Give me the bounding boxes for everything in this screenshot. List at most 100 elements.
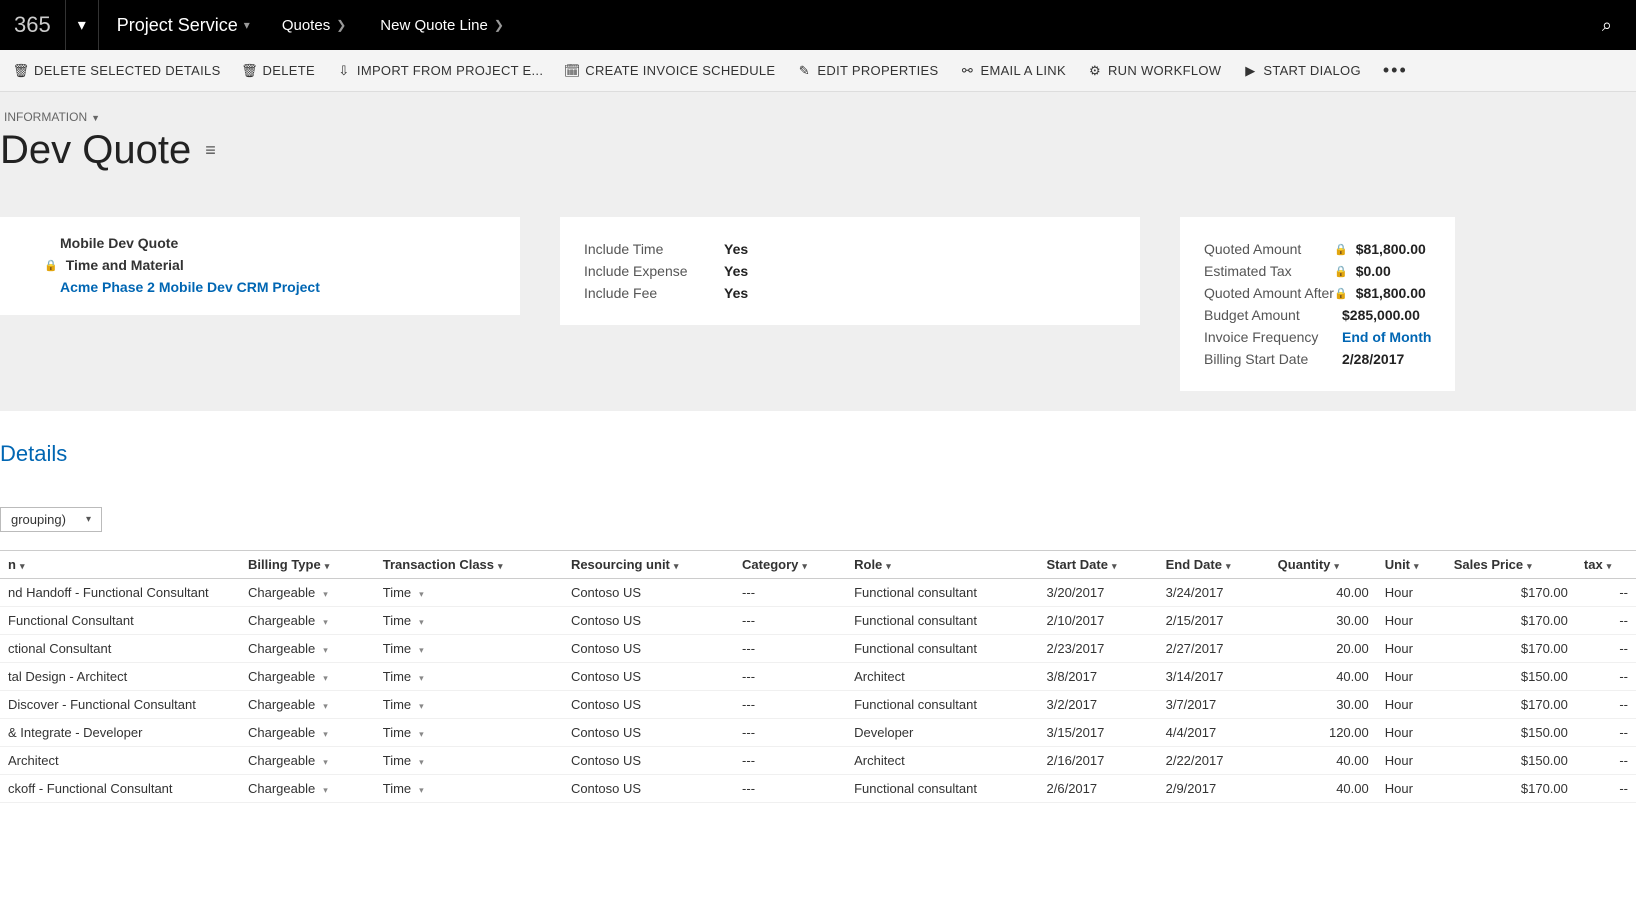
chevron-down-icon[interactable]: ▾: [498, 561, 503, 571]
col-description[interactable]: n▾: [0, 551, 240, 579]
chevron-down-icon[interactable]: ▾: [323, 617, 328, 627]
cell-end-date: 4/4/2017: [1158, 719, 1270, 747]
chevron-down-icon[interactable]: ▾: [419, 673, 424, 683]
col-tax[interactable]: tax▾: [1576, 551, 1636, 579]
chevron-down-icon[interactable]: ▾: [419, 701, 424, 711]
cell-transaction-class[interactable]: Time▾: [375, 691, 563, 719]
search-button[interactable]: ⌕: [1578, 15, 1636, 36]
chevron-down-icon[interactable]: ▾: [20, 561, 25, 571]
chevron-down-icon[interactable]: ▾: [1226, 561, 1231, 571]
cmd-delete-selected[interactable]: 🗑DELETE SELECTED DETAILS: [14, 63, 221, 78]
chevron-down-icon[interactable]: ▾: [323, 645, 328, 655]
table-row[interactable]: Functional ConsultantChargeable▾Time▾Con…: [0, 607, 1636, 635]
chevron-down-icon[interactable]: ▾: [1527, 561, 1532, 571]
chevron-down-icon[interactable]: ▾: [323, 785, 328, 795]
breadcrumb-quotes[interactable]: Quotes ❯: [268, 17, 366, 34]
cell-billing-type[interactable]: Chargeable▾: [240, 635, 375, 663]
cell-transaction-class[interactable]: Time▾: [375, 775, 563, 803]
page-title: Dev Quote ≡: [0, 128, 1636, 173]
chevron-down-icon[interactable]: ▾: [419, 589, 424, 599]
col-end-date[interactable]: End Date▾: [1158, 551, 1270, 579]
table-row[interactable]: nd Handoff - Functional ConsultantCharge…: [0, 579, 1636, 607]
grouping-dropdown[interactable]: grouping) ▾: [0, 507, 102, 532]
value-include-time: Yes: [724, 241, 748, 257]
chevron-down-icon[interactable]: ▾: [1334, 561, 1339, 571]
chevron-down-icon[interactable]: ▾: [419, 645, 424, 655]
pencil-icon: ✎: [797, 64, 811, 78]
cmd-edit-properties[interactable]: ✎EDIT PROPERTIES: [797, 63, 938, 78]
chevron-down-icon[interactable]: ▾: [323, 701, 328, 711]
cmd-start-dialog[interactable]: ▶START DIALOG: [1243, 63, 1361, 78]
cell-transaction-class[interactable]: Time▾: [375, 579, 563, 607]
cmd-email-link[interactable]: ⚯EMAIL A LINK: [960, 63, 1066, 78]
chevron-down-icon[interactable]: ▾: [886, 561, 891, 571]
equals-menu-icon[interactable]: ≡: [205, 140, 216, 161]
cell-tax: --: [1576, 607, 1636, 635]
chevron-down-icon[interactable]: ▾: [323, 589, 328, 599]
cell-transaction-class[interactable]: Time▾: [375, 635, 563, 663]
cell-billing-type[interactable]: Chargeable▾: [240, 747, 375, 775]
table-row[interactable]: ArchitectChargeable▾Time▾Contoso US---Ar…: [0, 747, 1636, 775]
chevron-down-icon[interactable]: ▾: [1414, 561, 1419, 571]
chevron-down-icon[interactable]: ▾: [323, 673, 328, 683]
cmd-create-invoice[interactable]: 🗓CREATE INVOICE SCHEDULE: [565, 63, 775, 78]
cell-transaction-class[interactable]: Time▾: [375, 719, 563, 747]
chevron-down-icon[interactable]: ▾: [419, 757, 424, 767]
col-unit[interactable]: Unit▾: [1377, 551, 1446, 579]
table-row[interactable]: ctional ConsultantChargeable▾Time▾Contos…: [0, 635, 1636, 663]
chevron-down-icon[interactable]: ▾: [323, 729, 328, 739]
cmd-delete[interactable]: 🗑DELETE: [243, 63, 315, 78]
cell-transaction-class[interactable]: Time▾: [375, 607, 563, 635]
breadcrumb-new-quote-line[interactable]: New Quote Line ❯: [366, 17, 524, 34]
project-link[interactable]: Acme Phase 2 Mobile Dev CRM Project: [60, 279, 320, 295]
cell-billing-type[interactable]: Chargeable▾: [240, 663, 375, 691]
table-row[interactable]: ckoff - Functional ConsultantChargeable▾…: [0, 775, 1636, 803]
cell-role: Developer: [846, 719, 1038, 747]
cell-unit: Hour: [1377, 635, 1446, 663]
cell-resourcing-unit: Contoso US: [563, 719, 734, 747]
chevron-down-icon[interactable]: ▾: [323, 757, 328, 767]
chevron-down-icon[interactable]: ▾: [674, 561, 679, 571]
cell-tax: --: [1576, 719, 1636, 747]
app-switcher[interactable]: ▾: [65, 0, 99, 50]
value-invoice-frequency[interactable]: End of Month: [1342, 329, 1431, 345]
cmd-more[interactable]: •••: [1383, 60, 1408, 81]
chevron-down-icon[interactable]: ▾: [802, 561, 807, 571]
lock-icon: 🔒: [1334, 243, 1348, 256]
chevron-down-icon[interactable]: ▾: [1607, 561, 1612, 571]
col-start-date[interactable]: Start Date▾: [1039, 551, 1158, 579]
cell-category: ---: [734, 691, 846, 719]
cell-start-date: 3/20/2017: [1039, 579, 1158, 607]
table-row[interactable]: & Integrate - DeveloperChargeable▾Time▾C…: [0, 719, 1636, 747]
cell-quantity: 40.00: [1270, 775, 1377, 803]
cell-billing-type[interactable]: Chargeable▾: [240, 719, 375, 747]
col-resourcing-unit[interactable]: Resourcing unit▾: [563, 551, 734, 579]
col-category[interactable]: Category▾: [734, 551, 846, 579]
chevron-down-icon: ▼: [91, 113, 100, 123]
cell-billing-type[interactable]: Chargeable▾: [240, 607, 375, 635]
chevron-down-icon[interactable]: ▾: [325, 561, 330, 571]
label-budget: Budget Amount: [1204, 307, 1334, 323]
form-selector[interactable]: INFORMATION▼: [4, 110, 1636, 124]
cmd-import[interactable]: ⇩IMPORT FROM PROJECT E...: [337, 63, 543, 78]
col-sales-price[interactable]: Sales Price▾: [1446, 551, 1576, 579]
cell-transaction-class[interactable]: Time▾: [375, 663, 563, 691]
cell-billing-type[interactable]: Chargeable▾: [240, 691, 375, 719]
cell-transaction-class[interactable]: Time▾: [375, 747, 563, 775]
cmd-run-workflow[interactable]: ⚙RUN WORKFLOW: [1088, 63, 1221, 78]
chevron-down-icon[interactable]: ▾: [419, 617, 424, 627]
table-row[interactable]: Discover - Functional ConsultantChargeab…: [0, 691, 1636, 719]
cell-billing-type[interactable]: Chargeable▾: [240, 579, 375, 607]
chevron-down-icon[interactable]: ▾: [1112, 561, 1117, 571]
col-transaction-class[interactable]: Transaction Class▾: [375, 551, 563, 579]
col-quantity[interactable]: Quantity▾: [1270, 551, 1377, 579]
col-billing-type[interactable]: Billing Type▾: [240, 551, 375, 579]
cell-role: Functional consultant: [846, 635, 1038, 663]
chevron-down-icon[interactable]: ▾: [419, 729, 424, 739]
app-name[interactable]: Project Service ▾: [99, 0, 268, 50]
table-row[interactable]: tal Design - ArchitectChargeable▾Time▾Co…: [0, 663, 1636, 691]
col-role[interactable]: Role▾: [846, 551, 1038, 579]
chevron-down-icon[interactable]: ▾: [419, 785, 424, 795]
chevron-down-icon: ▾: [86, 514, 91, 525]
cell-billing-type[interactable]: Chargeable▾: [240, 775, 375, 803]
